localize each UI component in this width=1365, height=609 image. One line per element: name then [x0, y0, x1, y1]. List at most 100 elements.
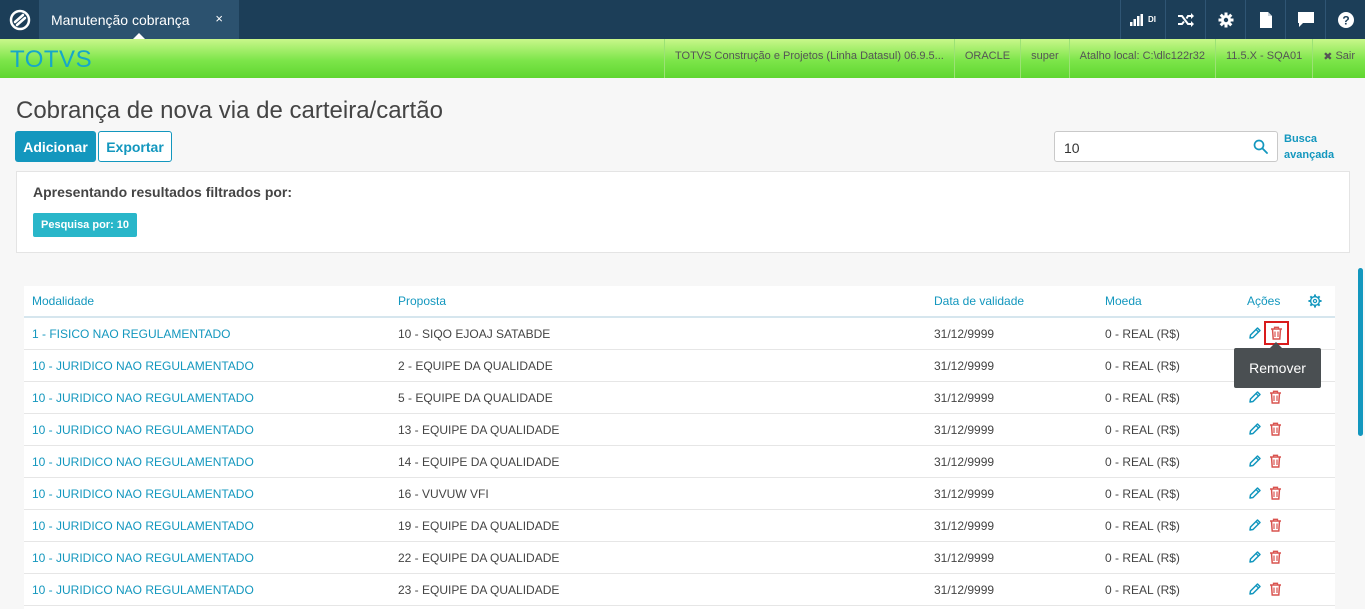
trash-icon[interactable] [1269, 582, 1282, 601]
app-logo-icon [9, 9, 30, 30]
header-moeda[interactable]: Moeda [1105, 294, 1142, 308]
cell-modalidade[interactable]: 10 - JURIDICO NAO REGULAMENTADO [32, 391, 254, 405]
cell-data-validade: 31/12/9999 [934, 423, 995, 437]
filter-chip[interactable]: Pesquisa por: 10 [33, 213, 138, 237]
tooltip-text: Remover [1249, 360, 1306, 376]
signal-label: DI [1148, 15, 1156, 24]
table-row: 10 - JURIDICO NAO REGULAMENTADO 5 - EQUIP… [24, 382, 1335, 414]
cell-modalidade[interactable]: 10 - JURIDICO NAO REGULAMENTADO [32, 359, 254, 373]
top-bar: Manutenção cobrança × DI ? [0, 0, 1365, 40]
results-table: Modalidade Proposta Data de validade Moe… [24, 286, 1335, 609]
cell-modalidade[interactable]: 10 - JURIDICO NAO REGULAMENTADO [32, 423, 254, 437]
document-icon [1259, 11, 1272, 28]
header-data-validade[interactable]: Data de validade [934, 294, 1024, 308]
cell-modalidade[interactable]: 10 - JURIDICO NAO REGULAMENTADO [32, 519, 254, 533]
edit-icon[interactable] [1248, 326, 1262, 345]
cell-modalidade[interactable]: 10 - JURIDICO NAO REGULAMENTADO [32, 455, 254, 469]
tab-close-button[interactable]: × [215, 11, 223, 26]
database-info: ORACLE [953, 39, 1020, 78]
help-button[interactable]: ? [1325, 0, 1365, 39]
cell-proposta: 22 - EQUIPE DA QUALIDADE [398, 551, 560, 565]
shuffle-button[interactable] [1165, 0, 1205, 39]
tab-manutencao-cobranca[interactable]: Manutenção cobrança × [39, 0, 239, 40]
cell-moeda: 0 - REAL (R$) [1105, 583, 1180, 597]
product-info: TOTVS Construção e Projetos (Linha Datas… [664, 39, 954, 78]
table-row: 10 - JURIDICO NAO REGULAMENTADO 13 - EQUI… [24, 414, 1335, 446]
header-acoes: Ações [1247, 294, 1281, 308]
settings-icon[interactable] [1308, 294, 1322, 308]
table-row: 1 - FISICO NAO REGULAMENTADO 10 - SIQO EJ… [24, 318, 1335, 350]
cell-proposta: 19 - EQUIPE DA QUALIDADE [398, 519, 560, 533]
remove-tooltip: Remover [1234, 342, 1321, 388]
cell-proposta: 23 - EQUIPE DA QUALIDADE [398, 583, 560, 597]
edit-icon[interactable] [1248, 486, 1262, 505]
trash-icon[interactable] [1269, 518, 1282, 537]
cell-modalidade[interactable]: 10 - JURIDICO NAO REGULAMENTADO [32, 551, 254, 565]
cell-moeda: 0 - REAL (R$) [1105, 391, 1180, 405]
table-row: 10 - JURIDICO NAO REGULAMENTADO 19 - EQUI… [24, 510, 1335, 542]
trash-icon[interactable] [1269, 422, 1282, 441]
scrollbar[interactable] [1358, 268, 1363, 436]
connection-status-button[interactable]: DI [1120, 0, 1165, 39]
cell-data-validade: 31/12/9999 [934, 359, 995, 373]
settings-button[interactable] [1205, 0, 1245, 39]
cell-moeda: 0 - REAL (R$) [1105, 359, 1180, 373]
cell-data-validade: 31/12/9999 [934, 487, 995, 501]
cell-data-validade: 31/12/9999 [934, 583, 995, 597]
search-icon[interactable] [1253, 139, 1268, 154]
cell-modalidade[interactable]: 1 - FISICO NAO REGULAMENTADO [32, 327, 230, 341]
trash-icon[interactable] [1269, 454, 1282, 473]
document-button[interactable] [1245, 0, 1285, 39]
version-info: 11.5.X - SQA01 [1214, 39, 1312, 78]
edit-icon[interactable] [1248, 582, 1262, 601]
edit-icon[interactable] [1248, 422, 1262, 441]
search-value: 10 [1064, 140, 1080, 156]
cell-modalidade[interactable]: 10 - JURIDICO NAO REGULAMENTADO [32, 487, 254, 501]
logout-button[interactable]: ✖ Sair [1312, 39, 1365, 78]
table-row: 10 - JURIDICO NAO REGULAMENTADO 14 - EQUI… [24, 446, 1335, 478]
close-icon: ✖ [1323, 51, 1333, 63]
edit-icon[interactable] [1248, 390, 1262, 409]
export-button[interactable]: Exportar [98, 131, 172, 162]
cell-moeda: 0 - REAL (R$) [1105, 551, 1180, 565]
edit-icon[interactable] [1248, 454, 1262, 473]
add-button[interactable]: Adicionar [15, 131, 96, 162]
cell-moeda: 0 - REAL (R$) [1105, 423, 1180, 437]
context-bar: TOTVS TOTVS Construção e Projetos (Linha… [0, 39, 1365, 78]
advanced-search-link[interactable]: Busca avançada [1284, 131, 1344, 163]
app-menu-button[interactable] [0, 0, 39, 39]
trash-icon[interactable] [1269, 550, 1282, 569]
header-modalidade[interactable]: Modalidade [32, 294, 94, 308]
cell-proposta: 14 - EQUIPE DA QUALIDADE [398, 455, 560, 469]
header-proposta[interactable]: Proposta [398, 294, 446, 308]
advanced-search-line1: Busca [1284, 133, 1318, 145]
cell-proposta: 10 - SIQO EJOAJ SATABDE [398, 327, 551, 341]
edit-icon[interactable] [1248, 550, 1262, 569]
brand-logo: TOTVS [10, 46, 93, 73]
page-title: Cobrança de nova via de carteira/cartão [16, 97, 443, 124]
cell-moeda: 0 - REAL (R$) [1105, 519, 1180, 533]
logout-label: Sair [1335, 50, 1355, 62]
cell-moeda: 0 - REAL (R$) [1105, 327, 1180, 341]
signal-icon [1130, 13, 1143, 26]
trash-icon[interactable] [1269, 390, 1282, 409]
cell-data-validade: 31/12/9999 [934, 551, 995, 565]
edit-icon[interactable] [1248, 518, 1262, 537]
cell-data-validade: 31/12/9999 [934, 455, 995, 469]
tab-label: Manutenção cobrança [51, 11, 190, 28]
chat-button[interactable] [1285, 0, 1325, 39]
search-input[interactable]: 10 [1054, 131, 1278, 162]
filter-summary: Apresentando resultados filtrados por: P… [16, 171, 1350, 253]
cell-moeda: 0 - REAL (R$) [1105, 487, 1180, 501]
cell-modalidade[interactable]: 10 - JURIDICO NAO REGULAMENTADO [32, 583, 254, 597]
gear-icon [1218, 12, 1233, 27]
table-row: 10 - JURIDICO NAO REGULAMENTADO 2 - EQUIP… [24, 350, 1335, 382]
help-icon: ? [1337, 11, 1354, 28]
shuffle-icon [1177, 12, 1194, 27]
chat-icon [1297, 12, 1314, 27]
user-info: super [1020, 39, 1069, 78]
svg-text:?: ? [1342, 13, 1349, 27]
cell-data-validade: 31/12/9999 [934, 327, 995, 341]
trash-icon[interactable] [1269, 486, 1282, 505]
tooltip-arrow [1270, 342, 1282, 348]
